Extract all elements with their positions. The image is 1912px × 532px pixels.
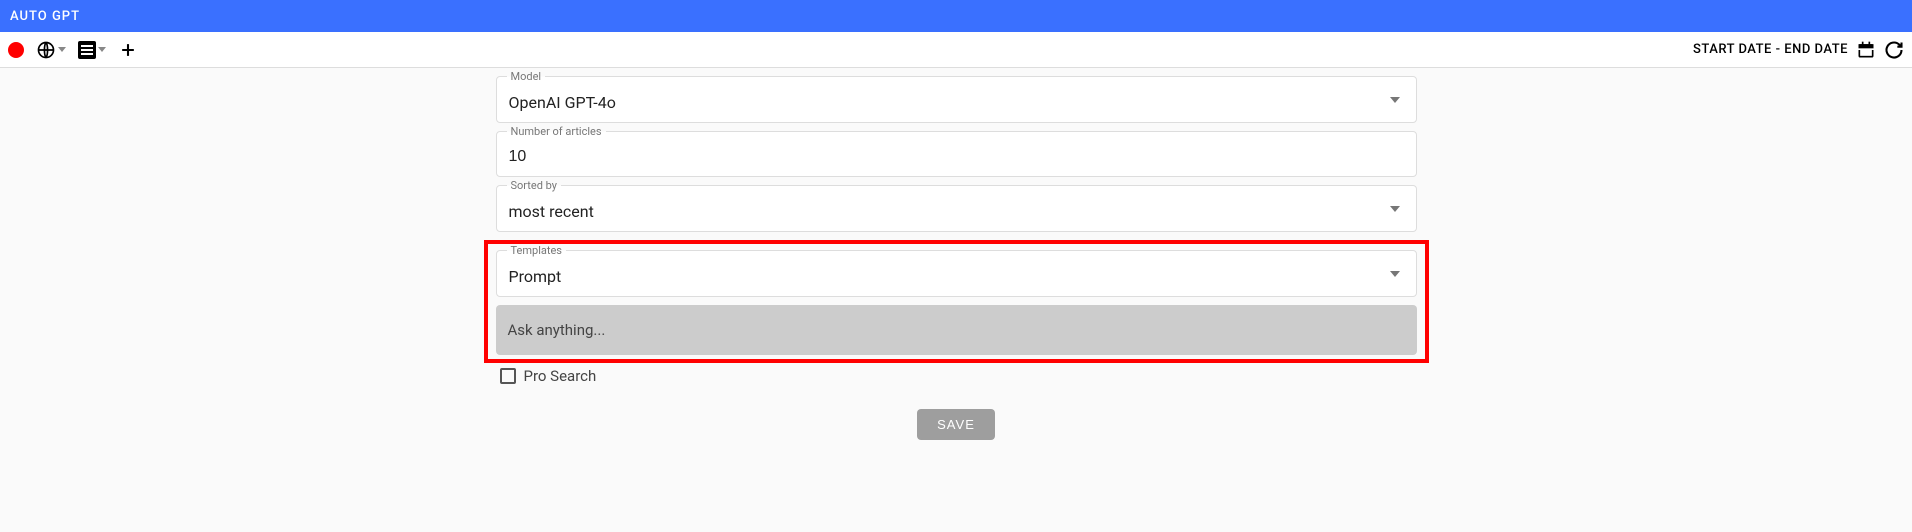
num-articles-field[interactable]: Number of articles	[496, 131, 1417, 177]
chevron-down-icon	[1390, 206, 1400, 212]
highlighted-section: Templates Prompt Ask anything...	[484, 240, 1429, 363]
toolbar-right: START DATE - END DATE	[1693, 40, 1904, 60]
model-select[interactable]: Model OpenAI GPT-4o	[496, 76, 1417, 123]
refresh-icon[interactable]	[1884, 40, 1904, 60]
globe-icon	[36, 40, 56, 60]
sorted-by-select[interactable]: Sorted by most recent	[496, 185, 1417, 232]
chevron-down-icon	[1390, 97, 1400, 103]
doc-dropdown[interactable]	[78, 41, 106, 59]
pro-search-checkbox[interactable]	[500, 368, 516, 384]
save-row: SAVE	[496, 409, 1417, 440]
prompt-textarea[interactable]: Ask anything...	[496, 305, 1417, 355]
toolbar-left	[8, 40, 138, 60]
chevron-down-icon	[98, 47, 106, 52]
num-articles-label: Number of articles	[507, 125, 606, 138]
app-header: AUTO GPT	[0, 0, 1912, 32]
chevron-down-icon	[58, 47, 66, 52]
main-content: Model OpenAI GPT-4o Number of articles S…	[0, 68, 1912, 440]
sorted-by-label: Sorted by	[507, 179, 562, 192]
toolbar: START DATE - END DATE	[0, 32, 1912, 68]
model-value: OpenAI GPT-4o	[509, 83, 616, 116]
date-range-label: START DATE - END DATE	[1693, 42, 1848, 57]
form-container: Model OpenAI GPT-4o Number of articles S…	[496, 76, 1417, 440]
templates-select[interactable]: Templates Prompt	[496, 250, 1417, 297]
templates-label: Templates	[507, 244, 566, 257]
calendar-icon[interactable]	[1856, 40, 1876, 60]
document-icon	[78, 41, 96, 59]
templates-value: Prompt	[509, 257, 562, 290]
globe-dropdown[interactable]	[36, 40, 66, 60]
pro-search-label: Pro Search	[524, 367, 597, 385]
num-articles-input[interactable]	[509, 138, 1404, 170]
sorted-by-value: most recent	[509, 192, 594, 225]
app-title: AUTO GPT	[10, 9, 80, 24]
model-label: Model	[507, 70, 546, 83]
chevron-down-icon	[1390, 271, 1400, 277]
pro-search-row[interactable]: Pro Search	[496, 363, 1417, 385]
add-button[interactable]	[118, 40, 138, 60]
save-button[interactable]: SAVE	[917, 409, 995, 440]
record-icon[interactable]	[8, 42, 24, 58]
